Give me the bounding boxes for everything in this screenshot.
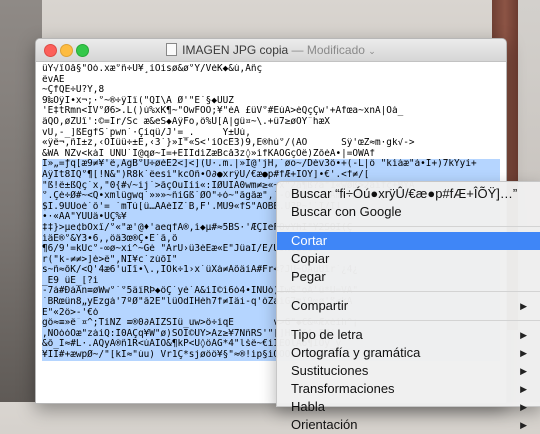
menu-item[interactable]: Buscar con Google bbox=[277, 203, 540, 221]
submenu-arrow-icon: ▶ bbox=[520, 330, 527, 340]
menu-separator bbox=[277, 226, 540, 227]
menu-separator bbox=[277, 320, 540, 321]
chevron-down-icon[interactable]: ⌄ bbox=[368, 46, 376, 56]
text-line[interactable]: vÜ,-_]ßÊgfS`pwn`·Çíqû/J'=_. Ÿ±Ûù, bbox=[42, 128, 500, 139]
menu-item[interactable]: Pegar bbox=[277, 268, 540, 286]
submenu-arrow-icon: ▶ bbox=[520, 402, 527, 412]
text-line[interactable]: «ÿê¬,ñÎ±z,‹ÓÏüû÷±È,‹3`}»Ì"«S<'íÕcË3)9,Ê®… bbox=[42, 138, 500, 149]
menu-item-label: Sustituciones bbox=[291, 363, 369, 378]
document-icon bbox=[166, 43, 178, 56]
menu-item-label: Transformaciones bbox=[291, 381, 395, 396]
text-line[interactable]: üY√îÒå§"Ôò.xæ°ñ÷Û¥¸íOísø&ø°Ÿ/VèK◆&ù,Åñç bbox=[42, 64, 500, 75]
submenu-arrow-icon: ▶ bbox=[520, 366, 527, 376]
menu-item-label: Tipo de letra bbox=[291, 327, 363, 342]
menu-item-label: Buscar con Google bbox=[291, 204, 402, 219]
menu-item[interactable]: Compartir ▶ bbox=[277, 297, 540, 315]
menu-separator bbox=[277, 291, 540, 292]
text-line[interactable]: êvÅË bbox=[42, 75, 500, 86]
text-line[interactable]: 'É‡tRmn<ÌV°Ø6>.L()ú%xK¶~"ÕwFÕÕ;¥"éÂ £üV°… bbox=[42, 106, 500, 117]
text-line[interactable]: âQÕ,øZÛî':©=Ìr/Sc æ&eS◆ÁÿFo,ö%Ü[Â|gü¤~\.… bbox=[42, 117, 500, 128]
submenu-arrow-icon: ▶ bbox=[520, 348, 527, 358]
window-filename: IMAGEN JPG copia bbox=[182, 43, 289, 57]
title-bar[interactable]: IMAGEN JPG copia — Modificado ⌄ bbox=[36, 39, 506, 62]
submenu-arrow-icon: ▶ bbox=[520, 384, 527, 394]
menu-item-label: Habla bbox=[291, 399, 325, 414]
menu-item-label: Buscar “ﬁ÷Óú●xrÿÛ/€æ●p#fÆ+ÎÕŸ]…” bbox=[291, 186, 518, 201]
menu-item[interactable]: Copiar bbox=[277, 250, 540, 268]
menu-item[interactable]: Tipo de letra ▶ bbox=[277, 326, 540, 344]
menu-item-label: Compartir bbox=[291, 298, 349, 313]
menu-item[interactable]: Sustituciones ▶ bbox=[277, 362, 540, 380]
text-line[interactable]: 9‰ÔÿÎ•x¬;·°~®÷ÿÎï("QÌ\Å Ø'"Ë´§◆ÙÚZ bbox=[42, 96, 500, 107]
selected-text-line[interactable]: ÄÿÏt8ÍQ°¶[!N&")R8k`ëesì"kcÓñ•Ó∂●xrÿÛ/€æ●… bbox=[42, 169, 500, 181]
menu-item[interactable]: Ortografía y gramática ▶ bbox=[277, 344, 540, 362]
submenu-arrow-icon: ▶ bbox=[520, 420, 527, 430]
text-line[interactable]: &WÄ NZv<kàÎ ÙÑÜ`Ï@qø~Î=+ËÏÎdìZæBcå3z◊»ìf… bbox=[42, 149, 500, 160]
context-menu: Buscar “ﬁ÷Óú●xrÿÛ/€æ●p#fÆ+ÎÕŸ]…” Buscar c… bbox=[276, 181, 540, 432]
menu-item[interactable]: Buscar “ﬁ÷Óú●xrÿÛ/€æ●p#fÆ+ÎÕŸ]…” bbox=[277, 185, 540, 203]
menu-item[interactable]: Habla ▶ bbox=[277, 398, 540, 416]
menu-item-label: Pegar bbox=[291, 269, 326, 284]
window-title: IMAGEN JPG copia — Modificado ⌄ bbox=[36, 43, 506, 57]
submenu-arrow-icon: ▶ bbox=[520, 301, 527, 311]
document-status: Modificado bbox=[306, 43, 365, 57]
menu-item-label: Cortar bbox=[291, 233, 328, 248]
menu-item[interactable]: Orientación ▶ bbox=[277, 416, 540, 434]
text-line[interactable]: ~ÇfQË÷Ü?Y,8 bbox=[42, 85, 500, 96]
selected-text-line[interactable]: Ì»„=ƒq[æ9≠¥'ê,ÃgB°Û÷øèÉ2<]<](U·.m.|»Ì@'j… bbox=[42, 159, 500, 170]
menu-item-label: Ortografía y gramática bbox=[291, 345, 421, 360]
menu-item[interactable]: Cortar bbox=[277, 232, 540, 250]
menu-item-label: Orientación bbox=[291, 417, 358, 432]
menu-item-label: Copiar bbox=[291, 251, 330, 266]
menu-item[interactable]: Transformaciones ▶ bbox=[277, 380, 540, 398]
title-separator: — bbox=[291, 43, 304, 57]
